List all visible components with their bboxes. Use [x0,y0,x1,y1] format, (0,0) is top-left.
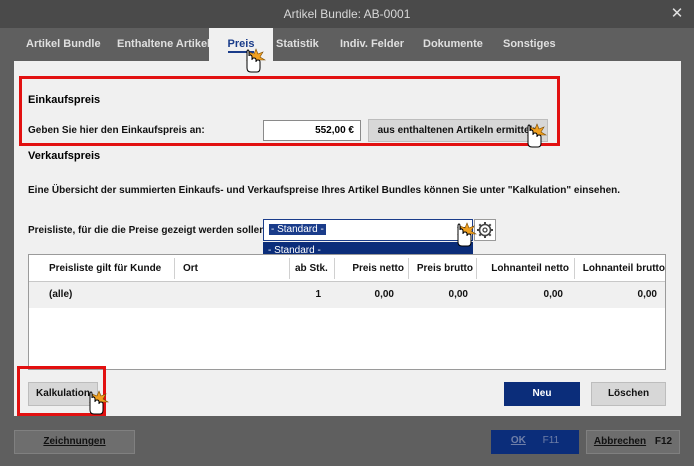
preisliste-select[interactable]: - Standard - [263,219,473,241]
tab-statistik[interactable]: Statistik [276,28,319,61]
col-header-lohnanteil-netto[interactable]: Lohnanteil netto [479,255,569,282]
title-bar: Artikel Bundle: AB-0001 ✕ [0,0,694,28]
hand-cursor-icon [245,48,266,73]
hand-cursor-icon [526,123,547,148]
window-title: Artikel Bundle: AB-0001 [283,7,411,21]
tab-indiv-felder[interactable]: Indiv. Felder [340,28,404,61]
loeschen-button[interactable]: Löschen [591,382,666,406]
tab-sonstiges[interactable]: Sonstiges [503,28,556,61]
cell-lohnanteil-netto: 0,00 [543,289,563,300]
table-row[interactable]: (alle) 1 0,00 0,00 0,00 0,00 [29,282,665,308]
zeichnungen-label: Zeichnungen [43,436,106,447]
dialog-footer: Zeichnungen OK F11 Abbrechen F12 [0,416,694,466]
tab-bar: Artikel Bundle Enthaltene Artikel Preis … [0,28,694,61]
col-header-preis-netto[interactable]: Preis netto [341,255,404,282]
cell-preis-brutto: 0,00 [448,289,468,300]
close-icon[interactable]: ✕ [660,0,694,28]
ok-label: OK [510,435,526,446]
col-header-ab-stk[interactable]: ab Stk. [295,255,328,282]
preisliste-label: Preisliste, für die die Preise gezeigt w… [28,225,269,236]
col-header-ort[interactable]: Ort [183,255,198,282]
highlight-box-einkaufspreis [19,76,560,146]
tab-artikel-bundle[interactable]: Artikel Bundle [26,28,101,61]
col-header-kunde[interactable]: Preisliste gilt für Kunde [49,255,161,282]
abbrechen-shortcut: F12 [654,436,673,447]
cell-lohnanteil-brutto: 0,00 [637,289,657,300]
preis-table: Preisliste gilt für Kunde Ort ab Stk. Pr… [28,254,666,370]
cell-ab-stk: 1 [315,289,321,300]
hand-cursor-icon [88,390,109,415]
tab-enthaltene-artikel[interactable]: Enthaltene Artikel [117,28,210,61]
gear-button[interactable] [474,219,496,241]
neu-button[interactable]: Neu [504,382,580,406]
ok-shortcut: F11 [542,435,560,446]
col-header-lohnanteil-brutto[interactable]: Lohnanteil brutto [578,255,665,282]
hand-cursor-icon [456,222,477,247]
preisliste-selected-value: - Standard - [269,224,326,235]
gear-icon [477,222,493,238]
verkaufspreis-heading: Verkaufspreis [28,150,101,162]
abbrechen-label: Abbrechen [593,436,647,447]
verkaufspreis-info-text: Eine Übersicht der summierten Einkaufs- … [28,185,621,196]
table-header-row: Preisliste gilt für Kunde Ort ab Stk. Pr… [29,255,665,282]
zeichnungen-button[interactable]: Zeichnungen [14,430,135,454]
ok-button[interactable]: OK F11 [491,430,579,454]
tab-dokumente[interactable]: Dokumente [423,28,483,61]
cell-preis-netto: 0,00 [374,289,394,300]
abbrechen-button[interactable]: Abbrechen F12 [586,430,680,454]
cell-kunde: (alle) [49,289,73,300]
col-header-preis-brutto[interactable]: Preis brutto [412,255,473,282]
dialog-window: Artikel Bundle: AB-0001 ✕ Artikel Bundle… [0,0,694,466]
